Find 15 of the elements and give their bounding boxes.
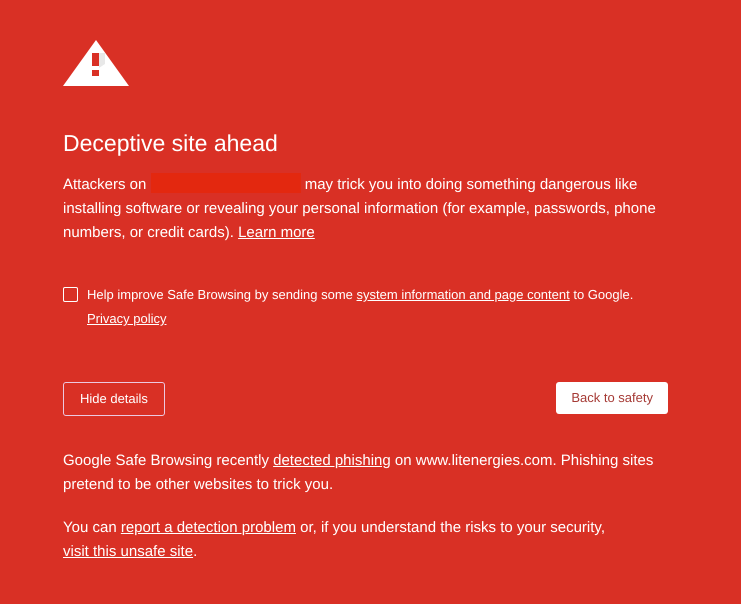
warning-text: Attackers on may trick you into doing something dangerous like installing software or revealing your personal information (for example, passwords, phone numbers, or credit cards). Learn more xyxy=(63,173,668,245)
warning-icon xyxy=(63,40,129,86)
learn-more-link[interactable]: Learn more xyxy=(238,224,315,241)
details-toggle-button[interactable]: Hide details xyxy=(63,382,165,416)
detected-phishing-link[interactable]: detected phishing xyxy=(273,452,391,469)
page-title: Deceptive site ahead xyxy=(63,129,279,158)
details-text: Google Safe Browsing recently detected phishing on www.litenergies.com. Phishing sites pretend to be other websites to trick you. xyxy=(63,451,654,495)
opt-in-text: Help improve Safe Browsing by sending some system information and page content to Google. Privacy policy xyxy=(87,286,634,328)
visit-site-link[interactable]: visit this unsafe site xyxy=(63,543,194,560)
checkbox[interactable] xyxy=(63,287,78,302)
back-to-safety-button[interactable]: Back to safety xyxy=(556,382,668,414)
system-info-link[interactable]: system information and page content xyxy=(356,287,570,302)
privacy-policy-link[interactable]: Privacy policy xyxy=(87,311,166,326)
details-text: You can report a detection problem or, if you understand the risks to your security, visit this unsafe site. xyxy=(63,518,606,562)
report-problem-link[interactable]: report a detection problem xyxy=(120,519,296,536)
